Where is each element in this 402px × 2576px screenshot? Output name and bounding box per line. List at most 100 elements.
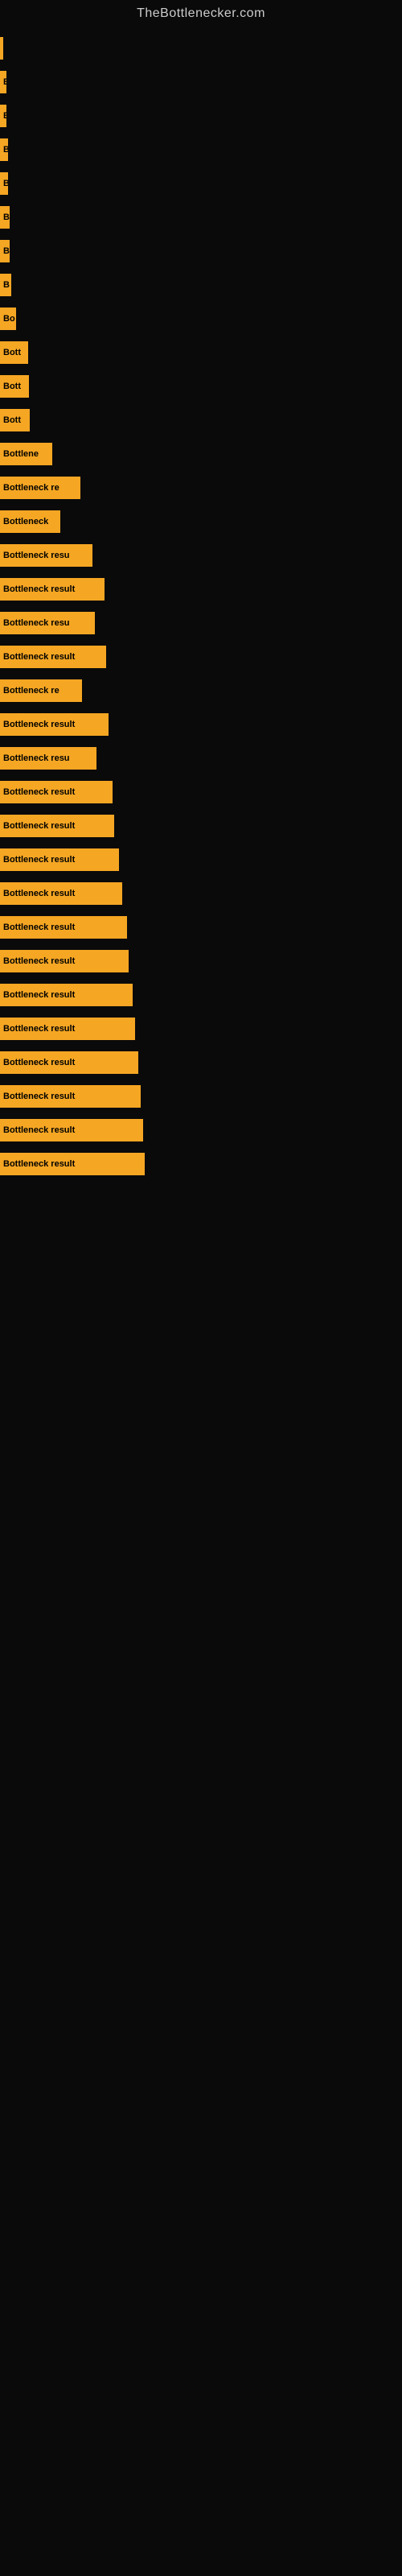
bar-24: Bottleneck result — [0, 848, 119, 871]
bar-label-29: Bottleneck result — [3, 1024, 75, 1034]
bar-row: Bottleneck resu — [0, 607, 402, 639]
bar-label-18: Bottleneck result — [3, 652, 75, 662]
bar-label-2: B — [3, 111, 6, 121]
bar-26: Bottleneck result — [0, 916, 127, 939]
bar-label-3: B — [3, 145, 8, 155]
bar-20: Bottleneck result — [0, 713, 109, 736]
bar-row: Bottleneck result — [0, 1046, 402, 1079]
bar-label-16: Bottleneck result — [3, 584, 75, 594]
bar-27: Bottleneck result — [0, 950, 129, 972]
site-title-container: TheBottlenecker.com — [0, 0, 402, 24]
bar-label-33: Bottleneck result — [3, 1159, 75, 1169]
bar-row: B — [0, 66, 402, 98]
bar-0 — [0, 37, 3, 60]
bar-row: Bottleneck result — [0, 1114, 402, 1146]
bar-label-19: Bottleneck re — [3, 686, 59, 696]
bar-row: Bottleneck result — [0, 877, 402, 910]
bar-row: Bottleneck result — [0, 979, 402, 1011]
bar-5: B — [0, 206, 10, 229]
bar-3: B — [0, 138, 8, 161]
bar-row: B — [0, 235, 402, 267]
bar-label-26: Bottleneck result — [3, 923, 75, 932]
bar-row: Bottleneck result — [0, 911, 402, 943]
bar-row: B — [0, 134, 402, 166]
bar-label-31: Bottleneck result — [3, 1092, 75, 1101]
bar-label-20: Bottleneck result — [3, 720, 75, 729]
bar-label-15: Bottleneck resu — [3, 551, 70, 560]
bar-label-22: Bottleneck result — [3, 787, 75, 797]
bar-row: Bottleneck resu — [0, 539, 402, 572]
bar-row: Bo — [0, 303, 402, 335]
site-title: TheBottlenecker.com — [0, 0, 402, 24]
bar-label-7: B — [3, 280, 10, 290]
bar-label-1: B — [3, 77, 6, 87]
bar-9: Bott — [0, 341, 28, 364]
bar-11: Bott — [0, 409, 30, 431]
bar-15: Bottleneck resu — [0, 544, 92, 567]
bar-32: Bottleneck result — [0, 1119, 143, 1141]
bar-7: B — [0, 274, 11, 296]
bar-31: Bottleneck result — [0, 1085, 141, 1108]
bar-row: Bottleneck re — [0, 472, 402, 504]
bar-label-23: Bottleneck result — [3, 821, 75, 831]
bar-label-13: Bottleneck re — [3, 483, 59, 493]
bar-label-9: Bott — [3, 348, 21, 357]
bar-2: B — [0, 105, 6, 127]
bar-row: B — [0, 269, 402, 301]
bar-label-4: B — [3, 179, 8, 188]
bar-label-12: Bottlene — [3, 449, 39, 459]
bar-label-5: B — [3, 213, 10, 222]
bar-1: B — [0, 71, 6, 93]
bar-row: Bott — [0, 404, 402, 436]
bar-17: Bottleneck resu — [0, 612, 95, 634]
bar-label-11: Bott — [3, 415, 21, 425]
bar-row: Bottleneck re — [0, 675, 402, 707]
bar-label-27: Bottleneck result — [3, 956, 75, 966]
bar-row: Bottleneck result — [0, 1148, 402, 1180]
bar-22: Bottleneck result — [0, 781, 113, 803]
bar-row: Bott — [0, 336, 402, 369]
bar-16: Bottleneck result — [0, 578, 105, 601]
bar-row: Bottleneck result — [0, 1013, 402, 1045]
bar-row: Bottleneck result — [0, 641, 402, 673]
bar-row: Bottleneck result — [0, 708, 402, 741]
bar-label-10: Bott — [3, 382, 21, 391]
bars-container: B B B B B B B Bo Bott Bott Bott Bottlene Bottleneck … — [0, 24, 402, 1182]
bar-label-32: Bottleneck result — [3, 1125, 75, 1135]
bar-30: Bottleneck result — [0, 1051, 138, 1074]
bar-row: B — [0, 100, 402, 132]
bar-19: Bottleneck re — [0, 679, 82, 702]
bar-row: Bottleneck result — [0, 945, 402, 977]
bar-8: Bo — [0, 308, 16, 330]
bar-row: B — [0, 201, 402, 233]
bar-21: Bottleneck resu — [0, 747, 96, 770]
bar-row: Bottleneck result — [0, 573, 402, 605]
bar-6: B — [0, 240, 10, 262]
bar-row: B — [0, 167, 402, 200]
bar-row: Bottlene — [0, 438, 402, 470]
bar-label-25: Bottleneck result — [3, 889, 75, 898]
bar-4: B — [0, 172, 8, 195]
bar-label-6: B — [3, 246, 10, 256]
bar-label-8: Bo — [3, 314, 15, 324]
bar-25: Bottleneck result — [0, 882, 122, 905]
bar-label-24: Bottleneck result — [3, 855, 75, 865]
bar-label-21: Bottleneck resu — [3, 753, 70, 763]
bar-13: Bottleneck re — [0, 477, 80, 499]
bar-33: Bottleneck result — [0, 1153, 145, 1175]
bar-row: Bottleneck result — [0, 1080, 402, 1113]
bar-12: Bottlene — [0, 443, 52, 465]
bar-row: Bott — [0, 370, 402, 402]
bar-row: Bottleneck result — [0, 776, 402, 808]
bar-28: Bottleneck result — [0, 984, 133, 1006]
bar-row: Bottleneck result — [0, 810, 402, 842]
bar-23: Bottleneck result — [0, 815, 114, 837]
bar-label-30: Bottleneck result — [3, 1058, 75, 1067]
bar-14: Bottleneck — [0, 510, 60, 533]
bar-10: Bott — [0, 375, 29, 398]
bar-label-17: Bottleneck resu — [3, 618, 70, 628]
bar-row — [0, 32, 402, 64]
bar-label-28: Bottleneck result — [3, 990, 75, 1000]
bar-label-14: Bottleneck — [3, 517, 48, 526]
bar-29: Bottleneck result — [0, 1018, 135, 1040]
